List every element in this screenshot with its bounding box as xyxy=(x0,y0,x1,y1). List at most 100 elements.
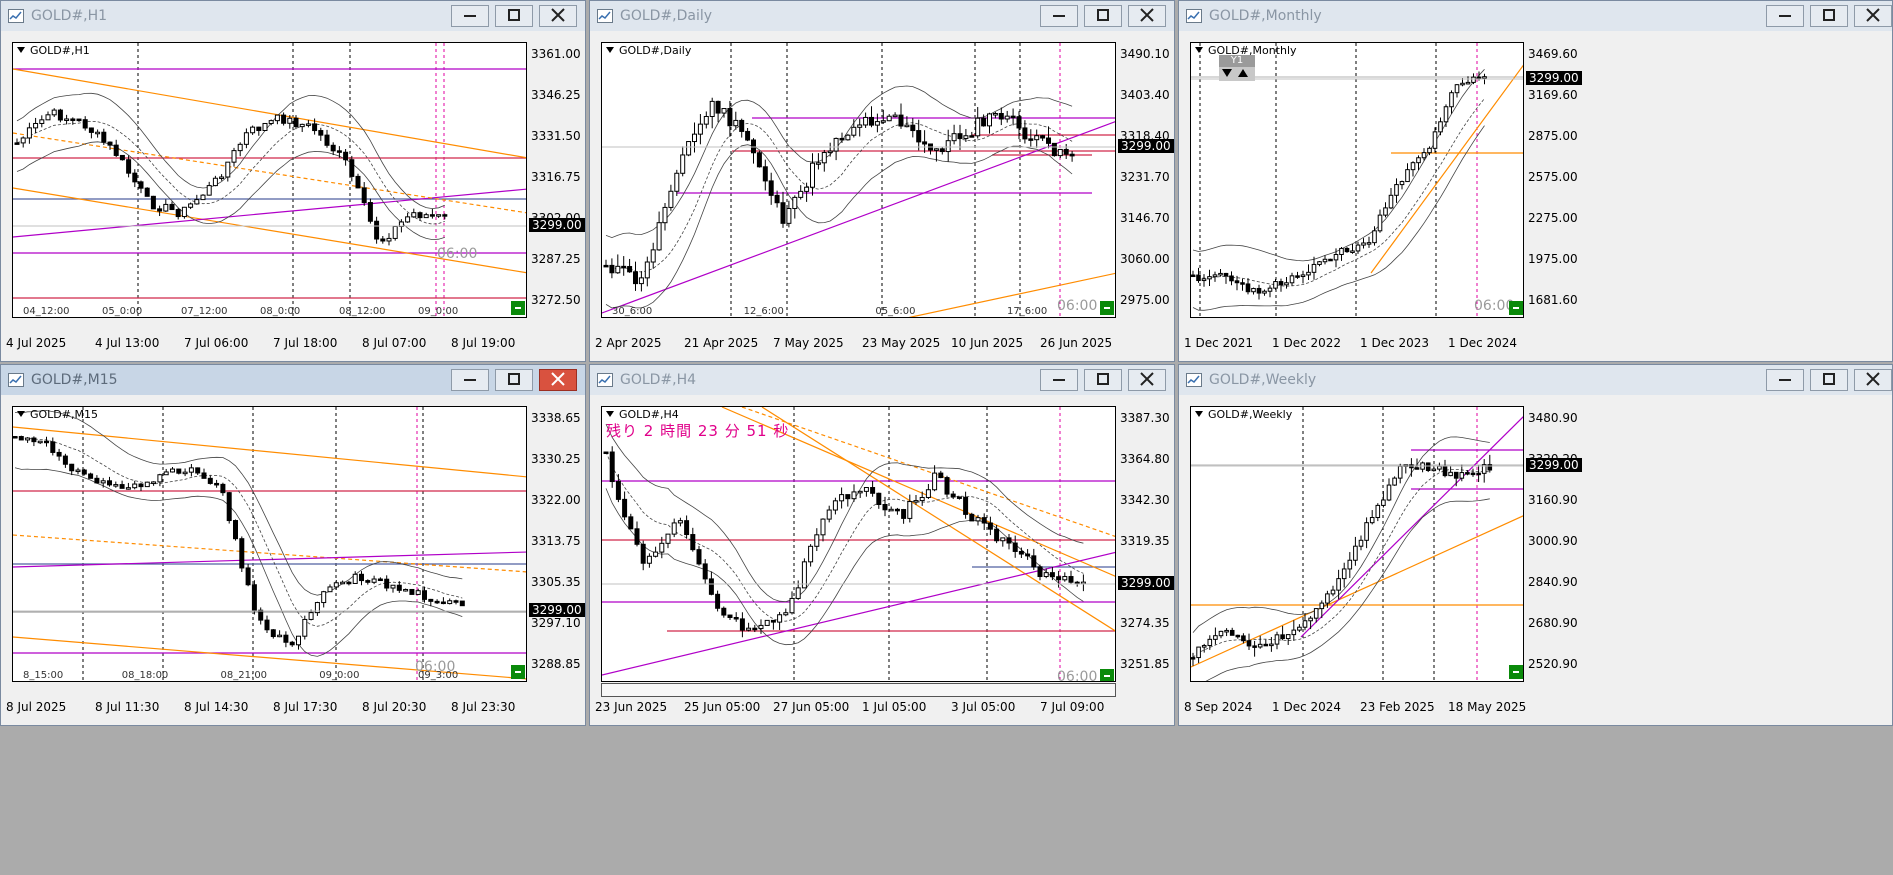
candle-body xyxy=(1196,646,1201,659)
candle-body xyxy=(268,120,274,124)
price-chart[interactable]: GOLD#,Weekly xyxy=(1190,406,1524,682)
close-icon xyxy=(1866,8,1880,22)
maximize-icon xyxy=(1097,373,1109,385)
candle-body xyxy=(745,130,751,141)
horizontal-scrollbar[interactable] xyxy=(601,683,1116,697)
symbol-label: GOLD#,Daily xyxy=(606,44,691,57)
maximize-button[interactable] xyxy=(495,5,533,27)
candle-body xyxy=(703,115,709,125)
candle-body xyxy=(733,119,739,127)
candle-body xyxy=(39,119,45,124)
maximize-button[interactable] xyxy=(1810,5,1848,27)
price-tick-label: 3342.30 xyxy=(1120,493,1170,507)
close-button[interactable] xyxy=(539,369,577,391)
maximize-button[interactable] xyxy=(495,369,533,391)
maximize-button[interactable] xyxy=(1084,5,1122,27)
time-tick-label: 7 May 2025 xyxy=(773,336,844,350)
candle-body xyxy=(783,612,789,616)
candle-body xyxy=(226,492,232,522)
level-up-icon[interactable] xyxy=(1238,69,1248,77)
minimize-button[interactable] xyxy=(1040,5,1078,27)
price-chart[interactable]: GOLD#,M15 06:00 8_15:00 08_18:00 08_21:00 0… xyxy=(12,406,527,682)
candle-body xyxy=(459,600,465,607)
price-chart[interactable]: GOLD#,Daily 06:00 30_6:00 12_6:00 05_6:00 1… xyxy=(601,42,1116,318)
price-chart[interactable]: GOLD#,Monthly Y1 06:00 xyxy=(1190,42,1524,318)
candle-body xyxy=(1280,634,1285,640)
trend-line xyxy=(1300,416,1523,638)
window-title: GOLD#,H4 xyxy=(620,372,697,388)
minimize-button[interactable] xyxy=(1040,369,1078,391)
time-marker-label: 09_3:00 xyxy=(418,670,459,681)
time-tick-label: 1 Dec 2022 xyxy=(1272,336,1342,350)
candle-body xyxy=(1339,247,1344,256)
candle-body xyxy=(365,580,371,583)
candle-body xyxy=(1043,572,1049,578)
candle-body xyxy=(1319,602,1325,610)
title-bar[interactable]: GOLD#,Daily xyxy=(590,1,1174,31)
maximize-button[interactable] xyxy=(1084,369,1122,391)
current-price-tag: 3299.00 xyxy=(529,603,585,617)
minimize-button[interactable] xyxy=(451,369,489,391)
candle-body xyxy=(1252,645,1257,648)
candle-body xyxy=(621,265,627,269)
chart-window-daily[interactable]: GOLD#,Daily GOLD#,Daily 06:00 30_6:00 12_… xyxy=(589,0,1175,362)
candle-body xyxy=(634,528,640,545)
minimize-button[interactable] xyxy=(1766,5,1804,27)
candle-body xyxy=(696,549,702,565)
price-chart[interactable]: GOLD#,H4 残り 2 時間 23 分 51 秒 06:00 xyxy=(601,406,1116,682)
chart-window-monthly[interactable]: GOLD#,Monthly GOLD#,Monthly Y1 06:00 346… xyxy=(1178,0,1893,362)
minimize-button[interactable] xyxy=(451,5,489,27)
candle-body xyxy=(810,162,815,188)
candle-body xyxy=(692,133,697,143)
close-button[interactable] xyxy=(1128,5,1166,27)
candle-body xyxy=(1284,282,1289,286)
title-bar[interactable]: GOLD#,H4 xyxy=(590,365,1174,395)
maximize-button[interactable] xyxy=(1810,369,1848,391)
minimize-button[interactable] xyxy=(1766,369,1804,391)
candle-body xyxy=(1421,152,1427,159)
title-bar[interactable]: GOLD#,Monthly xyxy=(1179,1,1892,31)
candle-body xyxy=(1341,568,1347,580)
title-bar[interactable]: GOLD#,M15 xyxy=(1,365,585,395)
candle-body xyxy=(1245,283,1251,293)
chart-window-h1[interactable]: GOLD#,H1 GOLD#,H1 06:00 04_12:00 05_0:00 0… xyxy=(0,0,586,362)
middle-band xyxy=(14,436,463,627)
candle-body xyxy=(1322,258,1328,263)
candle-body xyxy=(1487,464,1493,471)
title-bar[interactable]: GOLD#,H1 xyxy=(1,1,585,31)
level-down-icon[interactable] xyxy=(1222,69,1232,77)
close-button[interactable] xyxy=(539,5,577,27)
chart-window-m15[interactable]: GOLD#,M15 GOLD#,M15 06:00 8_15:00 08_18:0… xyxy=(0,364,586,726)
candle-body xyxy=(33,122,39,129)
window-title: GOLD#,Weekly xyxy=(1209,372,1317,388)
time-tick-label: 3 Jul 05:00 xyxy=(951,700,1016,714)
candle-body xyxy=(963,135,969,139)
candle-body xyxy=(1251,287,1256,293)
candle-body xyxy=(697,123,703,135)
candle-body xyxy=(264,619,270,631)
candle-body xyxy=(650,249,656,263)
level-box[interactable]: Y1 xyxy=(1219,55,1255,81)
candle-body xyxy=(904,124,910,128)
candle-body xyxy=(1267,287,1273,292)
time-tick-label: 10 Jun 2025 xyxy=(951,336,1024,350)
close-button[interactable] xyxy=(1128,369,1166,391)
candle-body xyxy=(231,150,237,163)
price-tick-label: 3338.65 xyxy=(531,411,581,425)
candle-body xyxy=(1347,559,1353,570)
candle-body xyxy=(638,277,644,285)
price-chart[interactable]: GOLD#,H1 06:00 04_12:00 05_0:00 07_12:00 08… xyxy=(12,42,527,318)
candle-body xyxy=(945,140,951,153)
candle-body xyxy=(1025,553,1031,557)
chart-window-weekly[interactable]: GOLD#,Weekly GOLD#,Weekly 3480.903320.20… xyxy=(1178,364,1893,726)
candle-body xyxy=(662,206,668,224)
close-icon xyxy=(551,372,565,386)
title-bar[interactable]: GOLD#,Weekly xyxy=(1179,365,1892,395)
candle-body xyxy=(31,437,37,443)
close-button[interactable] xyxy=(1854,5,1892,27)
candle-body xyxy=(1010,115,1016,119)
chart-window-h4[interactable]: GOLD#,H4 GOLD#,H4 残り 2 時間 23 分 51 秒 06:0… xyxy=(589,364,1175,726)
candle-body xyxy=(1328,258,1333,262)
current-price-tag: 3299.00 xyxy=(1118,576,1174,590)
close-button[interactable] xyxy=(1854,369,1892,391)
